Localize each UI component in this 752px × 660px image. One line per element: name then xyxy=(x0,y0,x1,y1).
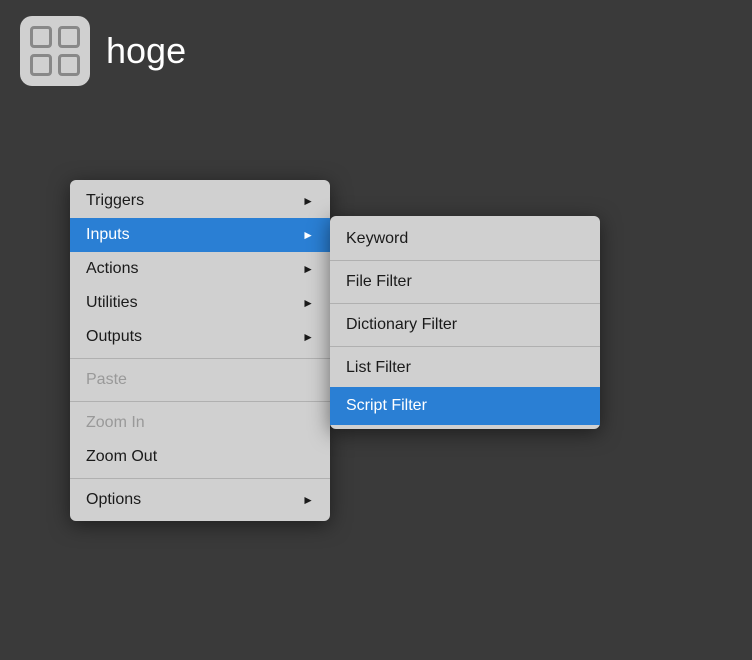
menu-item-options[interactable]: Options ► xyxy=(70,483,330,517)
menu-item-utilities[interactable]: Utilities ► xyxy=(70,286,330,320)
inputs-arrow-icon: ► xyxy=(302,228,314,242)
options-arrow-icon: ► xyxy=(302,493,314,507)
utilities-arrow-icon: ► xyxy=(302,296,314,310)
menu-item-inputs[interactable]: Inputs ► xyxy=(70,218,330,252)
outputs-arrow-icon: ► xyxy=(302,330,314,344)
submenu-inputs: Keyword File Filter Dictionary Filter Li… xyxy=(330,216,600,429)
menu-item-actions[interactable]: Actions ► xyxy=(70,252,330,286)
menu-item-zoom-in-label: Zoom In xyxy=(86,414,145,432)
menu-item-triggers-label: Triggers xyxy=(86,192,144,210)
separator-2 xyxy=(70,401,330,402)
primary-menu: Triggers ► Inputs ► Actions ► Utilities … xyxy=(70,180,330,521)
actions-arrow-icon: ► xyxy=(302,262,314,276)
submenu-separator-3 xyxy=(330,346,600,347)
menu-item-utilities-label: Utilities xyxy=(86,294,138,312)
menu-item-outputs-label: Outputs xyxy=(86,328,142,346)
submenu-item-dictionary-filter[interactable]: Dictionary Filter xyxy=(330,306,600,344)
menu-item-paste-label: Paste xyxy=(86,371,127,389)
app-header: hoge xyxy=(0,0,752,102)
app-title: hoge xyxy=(106,30,186,72)
menu-item-actions-label: Actions xyxy=(86,260,138,278)
submenu-item-keyword[interactable]: Keyword xyxy=(330,220,600,258)
menu-item-inputs-label: Inputs xyxy=(86,226,130,244)
submenu-item-file-filter[interactable]: File Filter xyxy=(330,263,600,301)
menu-item-options-label: Options xyxy=(86,491,141,509)
menu-item-triggers[interactable]: Triggers ► xyxy=(70,184,330,218)
app-icon xyxy=(20,16,90,86)
app-icon-cell-4 xyxy=(58,54,80,76)
separator-3 xyxy=(70,478,330,479)
submenu-item-list-filter[interactable]: List Filter xyxy=(330,349,600,387)
app-icon-cell-2 xyxy=(58,26,80,48)
submenu-item-file-filter-label: File Filter xyxy=(346,273,412,291)
submenu-item-script-filter[interactable]: Script Filter xyxy=(330,387,600,425)
context-menu-container: Triggers ► Inputs ► Actions ► Utilities … xyxy=(70,180,330,521)
submenu-separator-1 xyxy=(330,260,600,261)
submenu-item-dictionary-filter-label: Dictionary Filter xyxy=(346,316,457,334)
menu-item-zoom-in: Zoom In xyxy=(70,406,330,440)
separator-1 xyxy=(70,358,330,359)
menu-item-outputs[interactable]: Outputs ► xyxy=(70,320,330,354)
menu-item-paste: Paste xyxy=(70,363,330,397)
menu-item-zoom-out-label: Zoom Out xyxy=(86,448,157,466)
app-icon-cell-1 xyxy=(30,26,52,48)
triggers-arrow-icon: ► xyxy=(302,194,314,208)
submenu-item-keyword-label: Keyword xyxy=(346,230,408,248)
app-icon-cell-3 xyxy=(30,54,52,76)
submenu-item-script-filter-label: Script Filter xyxy=(346,397,427,415)
submenu-separator-2 xyxy=(330,303,600,304)
submenu-item-list-filter-label: List Filter xyxy=(346,359,411,377)
menu-item-zoom-out[interactable]: Zoom Out xyxy=(70,440,330,474)
